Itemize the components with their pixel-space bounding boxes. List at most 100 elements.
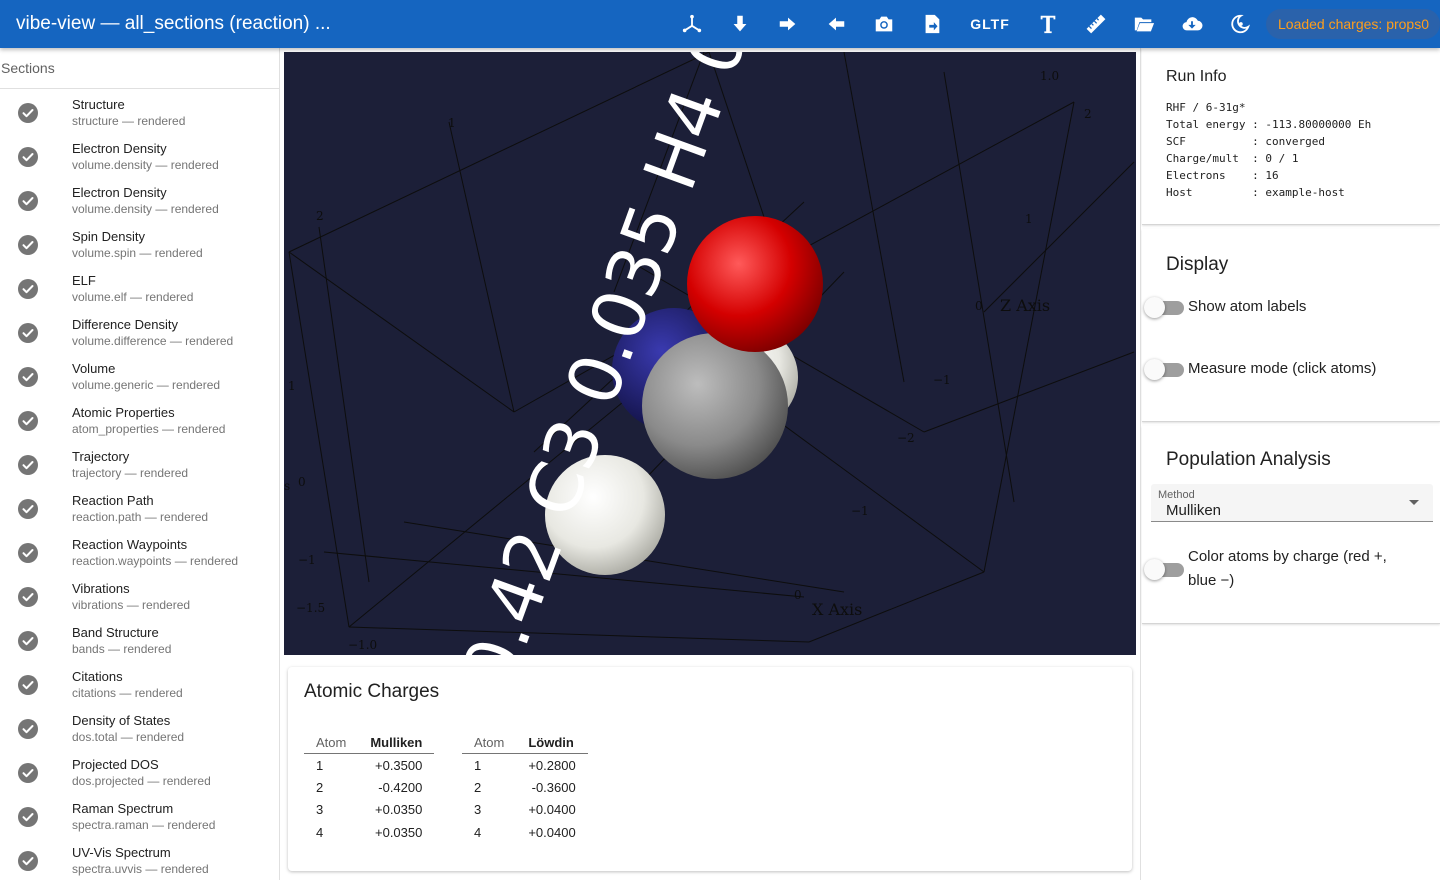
run-info-line: SCF : converged — [1166, 135, 1325, 148]
charge-cell: +0.2800 — [528, 757, 576, 773]
folder-open-icon[interactable] — [1120, 0, 1168, 48]
color-by-charge-label-line: blue −) — [1188, 572, 1235, 589]
charge-cell: +0.0400 — [528, 824, 576, 840]
atom-cell: 3 — [474, 802, 482, 818]
sidebar-item-subtitle: vibrations — rendered — [72, 598, 191, 612]
charge-cell: +0.3500 — [375, 757, 423, 773]
sidebar-item-title: Electron Density — [72, 185, 167, 200]
sidebar-item[interactable]: Reaction Path reaction.path — rendered — [0, 488, 279, 532]
ruler-icon[interactable] — [1072, 0, 1120, 48]
sidebar-item-subtitle: atom_properties — rendered — [72, 422, 226, 436]
check-circle-icon — [18, 719, 38, 739]
sidebar-item-title: Band Structure — [72, 625, 159, 640]
table-row: 3 +0.0400 — [462, 799, 588, 822]
loaded-charges-chip[interactable]: Loaded charges: props0 — [1266, 9, 1440, 39]
sidebar-item[interactable]: Structure structure — rendered — [0, 92, 279, 136]
sidebar-item-subtitle: structure — rendered — [72, 114, 186, 128]
sidebar-item[interactable]: Electron Density volume.density — rendere… — [0, 136, 279, 180]
theme-toggle-icon[interactable] — [1216, 0, 1264, 48]
tick-label: 1 — [448, 116, 456, 130]
tick-label: −1.5 — [296, 601, 325, 615]
run-info-line: Electrons : 16 — [1166, 169, 1279, 182]
sidebar-item-subtitle: spectra.raman — rendered — [72, 818, 216, 832]
check-circle-icon — [18, 323, 38, 343]
sidebar-item-subtitle: volume.density — rendered — [72, 158, 219, 172]
column-header: Atom — [462, 731, 517, 754]
sidebar-item[interactable]: Density of States dos.total — rendered — [0, 708, 279, 752]
check-circle-icon — [18, 763, 38, 783]
sidebar-item-subtitle: bands — rendered — [72, 642, 172, 656]
measure-mode-toggle[interactable] — [1144, 359, 1184, 380]
check-circle-icon — [18, 191, 38, 211]
run-info-card: Run Info RHF / 6-31g* Total energy : -113… — [1142, 48, 1440, 225]
camera-icon[interactable] — [860, 0, 908, 48]
sidebar-item-subtitle: volume.elf — rendered — [72, 290, 194, 304]
atom-cell: 2 — [316, 779, 324, 795]
molecule-viewer[interactable]: 1.0 2 1 1 2 0 −1 −2 1 0 −1 −1 −1.5 0 −1.… — [284, 52, 1136, 655]
app-bar: vibe-view — all_sections (reaction) ... … — [0, 0, 1440, 48]
tick-label: 2 — [1084, 107, 1092, 121]
atom-carbon[interactable] — [642, 333, 788, 479]
sidebar-item[interactable]: Atomic Properties atom_properties — rende… — [0, 400, 279, 444]
sidebar-item[interactable]: Electron Density volume.density — rendere… — [0, 180, 279, 224]
viewer-canvas[interactable]: 1.0 2 1 1 2 0 −1 −2 1 0 −1 −1 −1.5 0 −1.… — [284, 52, 1136, 655]
sidebar-item-title: Raman Spectrum — [72, 801, 174, 816]
table-row: 4 +0.0400 — [462, 821, 588, 844]
gltf-export-button[interactable]: GLTF — [956, 0, 1024, 48]
atom-cell: 4 — [474, 824, 482, 840]
text-icon[interactable] — [1024, 0, 1072, 48]
show-atom-labels-toggle[interactable] — [1144, 297, 1184, 318]
tick-label: −1 — [851, 504, 869, 518]
sidebar-item[interactable]: Volume volume.generic — rendered — [0, 356, 279, 400]
sidebar-item[interactable]: Spin Density volume.spin — rendered — [0, 224, 279, 268]
check-circle-icon — [18, 147, 38, 167]
run-info-line: Total energy : -113.80000000 Eh — [1166, 118, 1372, 131]
cloud-download-icon[interactable] — [1168, 0, 1216, 48]
sidebar-item-subtitle: dos.total — rendered — [72, 730, 185, 744]
sidebar-item-subtitle: reaction.path — rendered — [72, 510, 209, 524]
arrow-down-icon[interactable] — [716, 0, 764, 48]
sidebar-item-title: Reaction Path — [72, 493, 154, 508]
check-circle-icon — [18, 279, 38, 299]
check-circle-icon — [18, 455, 38, 475]
sidebar-item[interactable]: Raman Spectrum spectra.raman — rendered — [0, 796, 279, 840]
table-row: 2 -0.4200 — [304, 776, 434, 799]
sidebar-item[interactable]: Reaction Waypoints reaction.waypoints — r… — [0, 532, 279, 576]
export-file-icon[interactable] — [908, 0, 956, 48]
tick-label: 0 — [794, 588, 802, 602]
sidebar-item[interactable]: Projected DOS dos.projected — rendered — [0, 752, 279, 796]
measure-mode-label: Measure mode (click atoms) — [1188, 360, 1377, 377]
sidebar-item[interactable]: Difference Density volume.difference — re… — [0, 312, 279, 356]
atomic-charges-title: Atomic Charges — [304, 681, 440, 702]
axes-icon[interactable] — [668, 0, 716, 48]
sidebar-item[interactable]: ELF volume.elf — rendered — [0, 268, 279, 312]
sidebar-item[interactable]: UV-Vis Spectrum spectra.uvvis — rendered — [0, 840, 279, 880]
charge-cell: -0.4200 — [378, 779, 423, 795]
sidebar-item[interactable]: Band Structure bands — rendered — [0, 620, 279, 664]
display-title: Display — [1166, 254, 1229, 275]
sidebar-item-subtitle: trajectory — rendered — [72, 466, 189, 480]
atom-oxygen[interactable] — [687, 216, 823, 352]
check-circle-icon — [18, 807, 38, 827]
column-header: Löwdin — [516, 731, 588, 754]
method-select[interactable]: Method Mulliken — [1151, 484, 1433, 522]
sidebar-item[interactable]: Trajectory trajectory — rendered — [0, 444, 279, 488]
arrow-left-icon[interactable] — [812, 0, 860, 48]
table-row: 2 -0.3600 — [462, 776, 588, 799]
check-circle-icon — [18, 411, 38, 431]
sidebar-item-subtitle: citations — rendered — [72, 686, 183, 700]
color-by-charge-toggle[interactable] — [1144, 559, 1184, 580]
tick-label: −1 — [298, 553, 316, 567]
sidebar-item[interactable]: Citations citations — rendered — [0, 664, 279, 708]
check-circle-icon — [18, 587, 38, 607]
tick-label: 2 — [316, 209, 324, 223]
sidebar-item[interactable]: Vibrations vibrations — rendered — [0, 576, 279, 620]
charge-cell: +0.0350 — [375, 802, 423, 818]
arrow-right-icon[interactable] — [764, 0, 812, 48]
color-by-charge-label-line: Color atoms by charge (red +, — [1188, 548, 1387, 565]
population-analysis-card: Population Analysis Method Mulliken Colo… — [1142, 426, 1440, 624]
tick-label: 0 — [975, 299, 983, 313]
sidebar-item-title: ELF — [72, 273, 96, 288]
tick-label: 1 — [288, 379, 296, 393]
tick-label: −1.0 — [348, 638, 377, 652]
